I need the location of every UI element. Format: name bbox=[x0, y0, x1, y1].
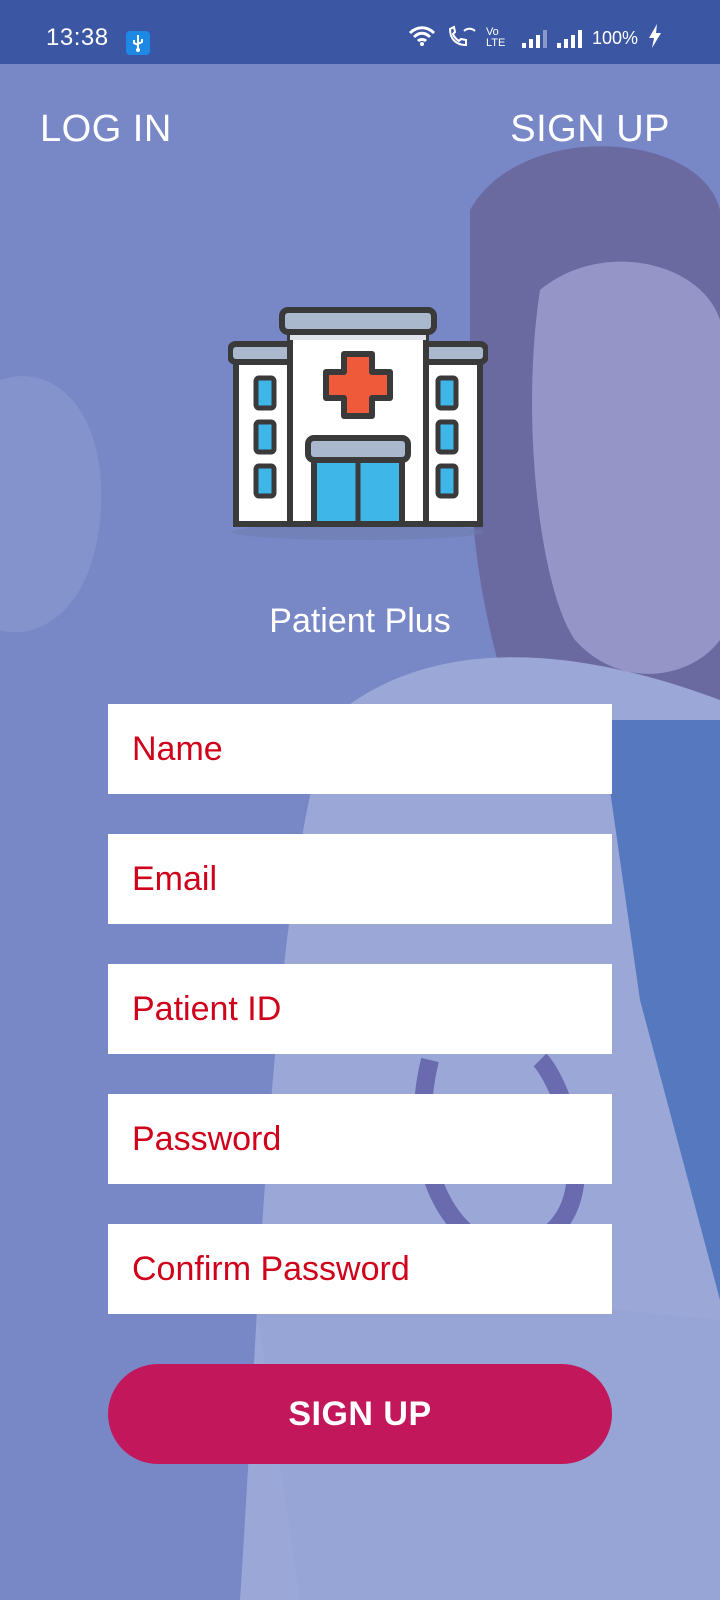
signal-icon-2 bbox=[556, 28, 582, 48]
confirm-password-input[interactable] bbox=[108, 1224, 612, 1314]
battery-percentage: 100% bbox=[591, 27, 638, 48]
patient-id-input[interactable] bbox=[108, 964, 612, 1054]
battery-charging-icon bbox=[648, 23, 662, 53]
signal-icon bbox=[521, 28, 547, 48]
app-name: Patient Plus bbox=[269, 602, 451, 640]
status-time: 13:38 bbox=[46, 24, 109, 51]
wifi-call-icon bbox=[446, 25, 476, 52]
status-bar: 13:38 Vo LTE 100% bbox=[0, 0, 720, 64]
email-input[interactable] bbox=[108, 834, 612, 924]
signup-tab[interactable]: SIGN UP bbox=[510, 108, 670, 151]
status-icons: Vo LTE 100% bbox=[408, 23, 662, 53]
password-input[interactable] bbox=[108, 1094, 612, 1184]
login-tab[interactable]: LOG IN bbox=[40, 108, 172, 151]
usb-icon bbox=[126, 31, 150, 55]
wifi-icon bbox=[408, 25, 436, 52]
volte-badge: Vo LTE bbox=[485, 26, 506, 49]
hospital-logo-icon bbox=[228, 307, 488, 540]
signup-button[interactable]: SIGN UP bbox=[108, 1364, 612, 1464]
name-input[interactable] bbox=[108, 704, 612, 794]
color-overlay bbox=[0, 0, 720, 1600]
